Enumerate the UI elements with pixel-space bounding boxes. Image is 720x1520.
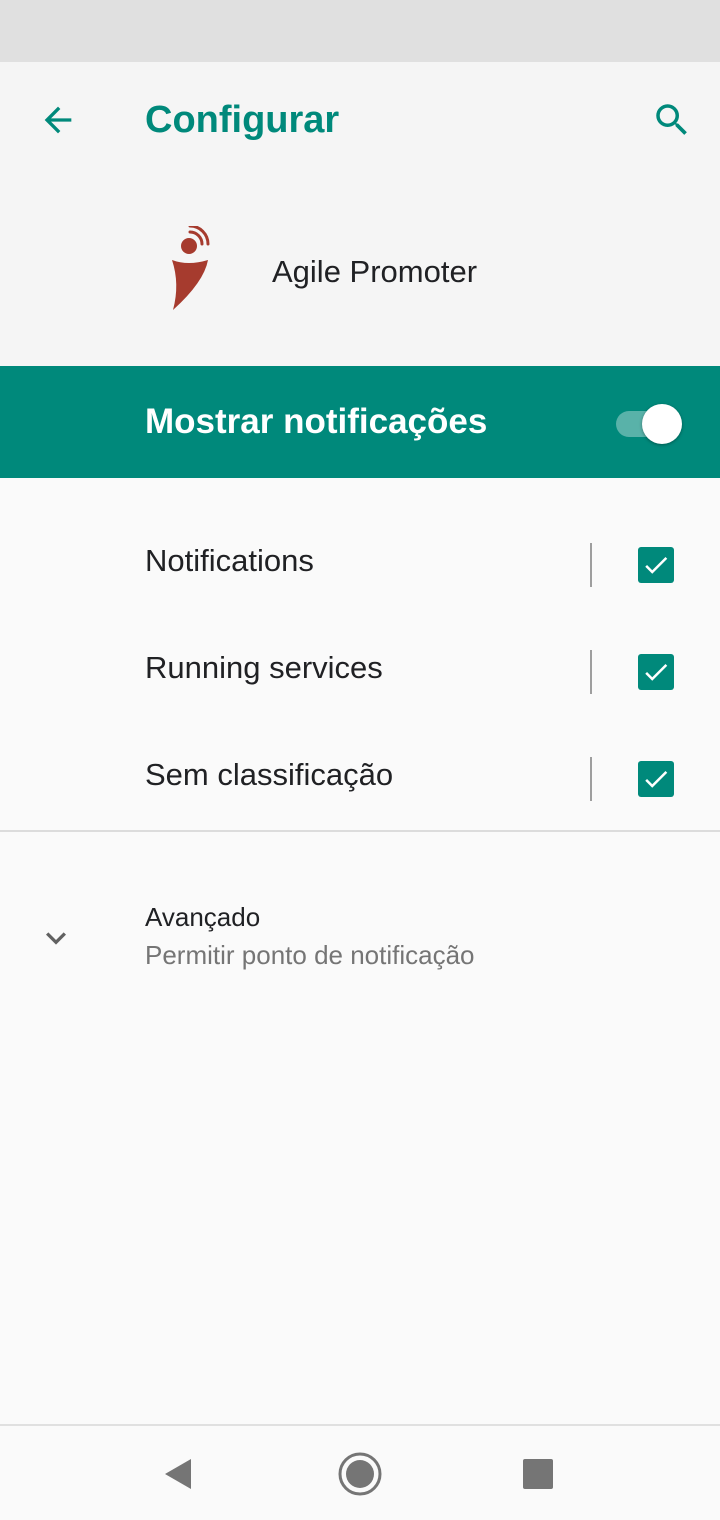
channel-label: Sem classificação <box>145 757 394 792</box>
master-toggle-label: Mostrar notificações <box>145 402 488 441</box>
nav-back-button[interactable] <box>142 1440 214 1508</box>
nav-recents-icon <box>523 1459 553 1489</box>
channel-checkbox[interactable] <box>638 654 674 690</box>
channel-label: Notifications <box>145 543 314 578</box>
channel-row-notifications[interactable]: Notifications <box>0 511 720 618</box>
advanced-row[interactable]: Avançado Permitir ponto de notificação <box>0 870 720 1000</box>
navigation-bar <box>0 1424 720 1520</box>
agile-promoter-logo <box>172 226 210 310</box>
app-bar: Configurar <box>0 62 720 178</box>
row-divider <box>590 757 592 801</box>
check-icon <box>645 663 668 681</box>
switch-thumb <box>642 404 682 444</box>
row-divider <box>590 650 592 694</box>
channel-checkbox[interactable] <box>638 761 674 797</box>
nav-home-icon <box>338 1452 382 1496</box>
arrow-left-icon <box>44 106 72 134</box>
status-bar <box>0 0 720 62</box>
search-icon <box>656 104 687 135</box>
channel-row-running-services[interactable]: Running services <box>0 618 720 725</box>
search-button[interactable] <box>636 84 708 156</box>
check-icon <box>645 556 668 574</box>
nav-back-icon <box>165 1459 191 1489</box>
section-divider <box>0 830 720 832</box>
master-toggle-switch[interactable] <box>614 402 684 446</box>
app-header: Agile Promoter <box>0 178 720 366</box>
master-notifications-toggle-row[interactable]: Mostrar notificações <box>0 366 720 478</box>
check-icon <box>645 770 668 788</box>
advanced-title: Avançado <box>145 902 261 932</box>
chevron-down-icon <box>46 932 66 945</box>
advanced-summary: Permitir ponto de notificação <box>145 940 475 970</box>
back-button[interactable] <box>22 84 94 156</box>
channel-checkbox[interactable] <box>638 547 674 583</box>
channel-row-uncategorized[interactable]: Sem classificação <box>0 725 720 832</box>
nav-home-button[interactable] <box>324 1440 396 1508</box>
channel-label: Running services <box>145 650 383 685</box>
nav-recents-button[interactable] <box>502 1440 574 1508</box>
row-divider <box>590 543 592 587</box>
page-title: Configurar <box>145 99 340 141</box>
app-name: Agile Promoter <box>272 254 478 289</box>
